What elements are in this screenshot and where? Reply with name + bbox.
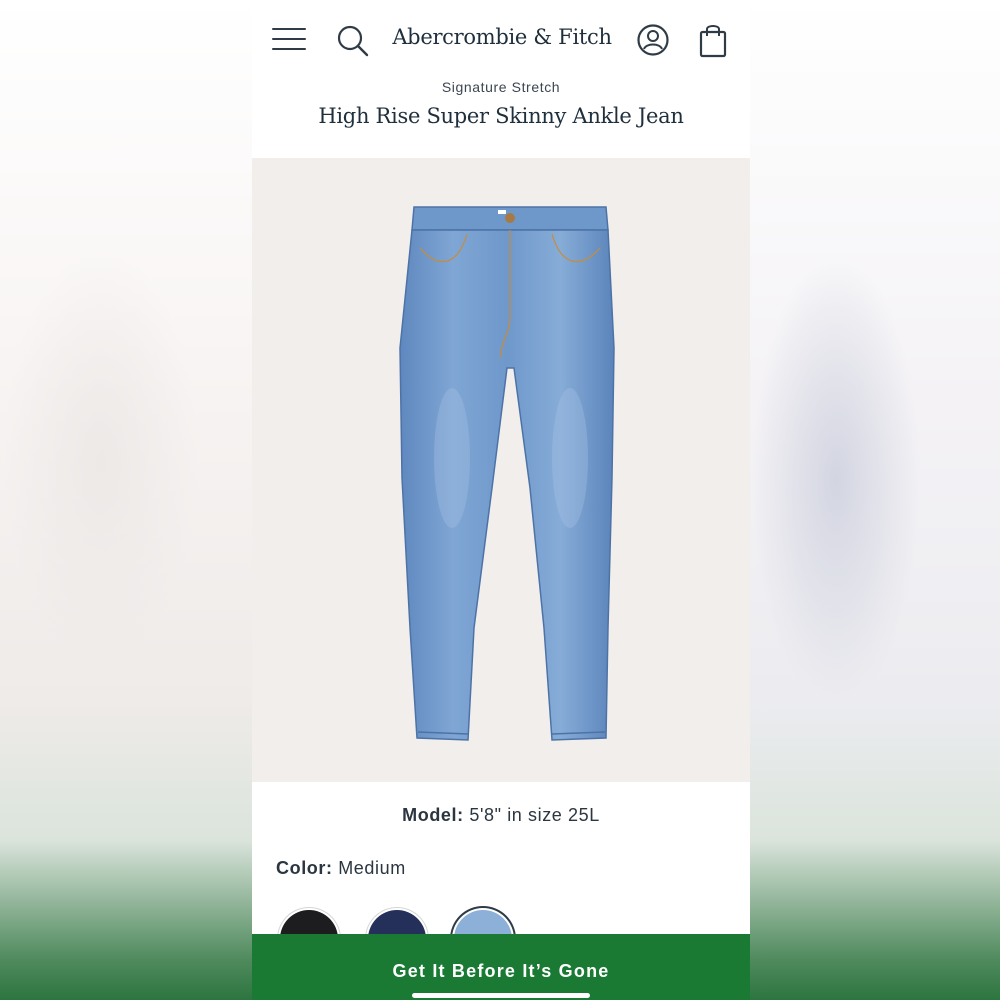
- phone-screen: Abercrombie & Fitch Signature Stretch Hi…: [252, 0, 750, 1000]
- model-info: Model: 5'8" in size 25L: [252, 805, 750, 826]
- background-blur-right: [748, 0, 1000, 1000]
- model-value: 5'8" in size 25L: [469, 805, 600, 825]
- search-icon[interactable]: [336, 24, 370, 58]
- menu-icon[interactable]: [272, 28, 306, 52]
- account-icon[interactable]: [636, 22, 670, 58]
- product-image[interactable]: [252, 158, 750, 782]
- color-label: Color:: [276, 858, 333, 878]
- color-value: Medium: [338, 858, 406, 878]
- model-label: Model:: [402, 805, 464, 825]
- top-nav: Abercrombie & Fitch: [252, 0, 750, 80]
- home-indicator[interactable]: [412, 993, 590, 998]
- product-collection: Signature Stretch: [441, 79, 561, 95]
- brand-logo[interactable]: Abercrombie & Fitch: [382, 25, 622, 49]
- color-info: Color: Medium: [276, 858, 406, 879]
- background-blur-left: [0, 0, 252, 1000]
- jeans-illustration: [399, 206, 615, 741]
- product-title: High Rise Super Skinny Ankle Jean: [318, 104, 684, 128]
- cta-button[interactable]: Get It Before It’s Gone: [252, 934, 750, 1000]
- shopping-bag-icon[interactable]: [698, 22, 728, 58]
